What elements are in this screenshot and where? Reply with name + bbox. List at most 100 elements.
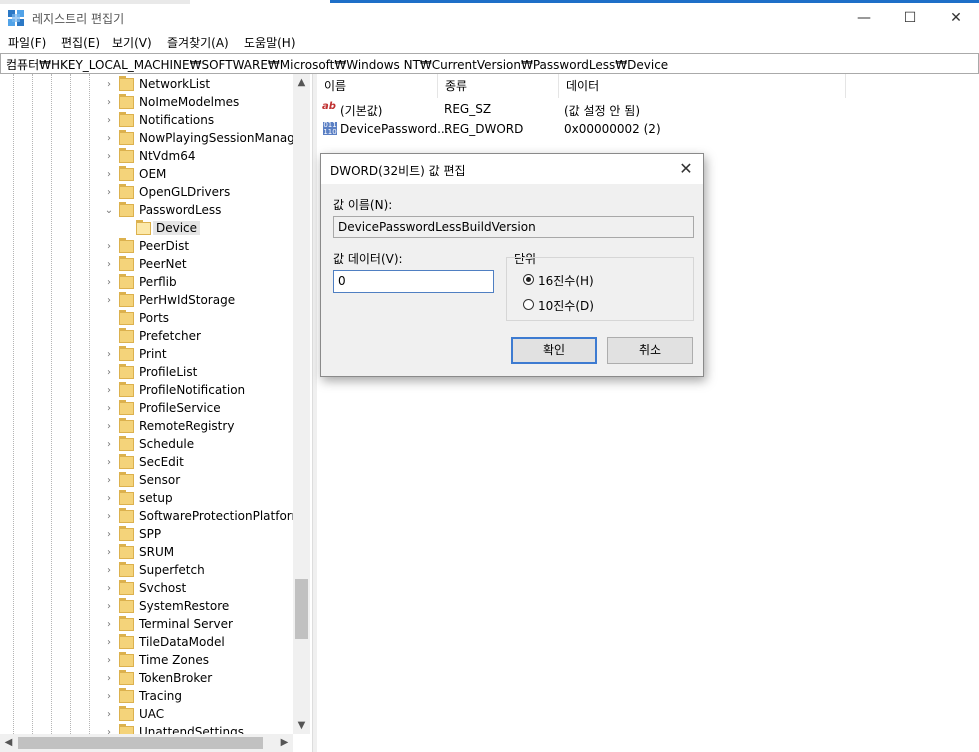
tree-item[interactable]: › setup	[0, 490, 295, 508]
chevron-right-icon[interactable]: ›	[104, 275, 114, 291]
chevron-right-icon[interactable]: ›	[104, 599, 114, 615]
tree-item[interactable]: › SystemRestore	[0, 598, 295, 616]
tree-item[interactable]: › Superfetch	[0, 562, 295, 580]
value-data-input[interactable]: 0	[333, 270, 494, 293]
tree-item[interactable]: › SoftwareProtectionPlatform	[0, 508, 303, 526]
tree-item[interactable]: › TileDataModel	[0, 634, 295, 652]
chevron-down-icon[interactable]: ⌄	[104, 203, 114, 219]
tree-item[interactable]: › NtVdm64	[0, 148, 295, 166]
tree-item[interactable]: › NetworkList	[0, 76, 295, 94]
tree-item[interactable]: › Print	[0, 346, 295, 364]
scroll-up-icon[interactable]: ▲	[293, 74, 310, 91]
column-header-data[interactable]: 데이터	[559, 74, 846, 98]
chevron-right-icon[interactable]: ›	[104, 545, 114, 561]
tree-item[interactable]: › SecEdit	[0, 454, 295, 472]
minimize-button[interactable]: —	[841, 4, 887, 32]
chevron-right-icon[interactable]: ›	[104, 77, 114, 93]
menu-view[interactable]: 보기(V)	[112, 34, 152, 51]
tree-item[interactable]: › PeerNet	[0, 256, 295, 274]
chevron-right-icon[interactable]: ›	[104, 347, 114, 363]
chevron-right-icon[interactable]: ›	[104, 113, 114, 129]
tree-horizontal-scrollbar[interactable]: ◀ ▶	[0, 734, 293, 752]
scroll-down-icon[interactable]: ▼	[293, 717, 310, 734]
tree-item[interactable]: › Time Zones	[0, 652, 295, 670]
tree-item[interactable]: › NoImeModelmes	[0, 94, 295, 112]
menu-file[interactable]: 파일(F)	[8, 34, 46, 51]
tree-item[interactable]: › SRUM	[0, 544, 295, 562]
chevron-right-icon[interactable]: ›	[104, 581, 114, 597]
chevron-right-icon[interactable]: ›	[104, 131, 114, 147]
tree-vertical-scrollbar[interactable]: ▲ ▼	[293, 74, 310, 734]
tree-item[interactable]: › ProfileService	[0, 400, 295, 418]
tree-item[interactable]: › ProfileList	[0, 364, 295, 382]
chevron-right-icon[interactable]: ›	[104, 455, 114, 471]
value-row[interactable]: ab (기본값) REG_SZ (값 설정 안 됨)	[317, 99, 979, 119]
chevron-right-icon[interactable]: ›	[104, 365, 114, 381]
tree-item[interactable]: › OEM	[0, 166, 295, 184]
scroll-left-icon[interactable]: ◀	[0, 734, 17, 751]
value-row[interactable]: 011 110 DevicePassword... REG_DWORD 0x000…	[317, 119, 979, 139]
tree-item[interactable]: › RemoteRegistry	[0, 418, 295, 436]
tree-hscroll-thumb[interactable]	[18, 737, 263, 749]
scroll-right-icon[interactable]: ▶	[276, 734, 293, 751]
tree-item[interactable]: Device	[0, 220, 295, 238]
chevron-right-icon[interactable]: ›	[104, 671, 114, 687]
ok-button[interactable]: 확인	[511, 337, 597, 364]
tree-item[interactable]: › UAC	[0, 706, 295, 724]
tree-item[interactable]: › NowPlayingSessionManager	[0, 130, 307, 148]
chevron-right-icon[interactable]: ›	[104, 419, 114, 435]
tree-item[interactable]: › TokenBroker	[0, 670, 295, 688]
chevron-right-icon[interactable]: ›	[104, 635, 114, 651]
hex-radio-label[interactable]: 16진수(H)	[538, 272, 594, 289]
chevron-right-icon[interactable]: ›	[104, 527, 114, 543]
chevron-right-icon[interactable]: ›	[104, 437, 114, 453]
tree-item[interactable]: › Svchost	[0, 580, 295, 598]
chevron-right-icon[interactable]: ›	[104, 239, 114, 255]
chevron-right-icon[interactable]: ›	[104, 95, 114, 111]
tree-scroll-thumb[interactable]	[295, 579, 308, 639]
column-header-name[interactable]: 이름	[317, 74, 438, 98]
tree-item[interactable]: › OpenGLDrivers	[0, 184, 295, 202]
chevron-right-icon[interactable]: ›	[104, 509, 114, 525]
column-header-type[interactable]: 종류	[438, 74, 559, 98]
address-bar[interactable]: 컴퓨터₩HKEY_LOCAL_MACHINE₩SOFTWARE₩Microsof…	[0, 53, 979, 74]
tree-item[interactable]: › Notifications	[0, 112, 295, 130]
value-name-field[interactable]: DevicePasswordLessBuildVersion	[333, 216, 694, 238]
chevron-right-icon[interactable]: ›	[104, 185, 114, 201]
maximize-button[interactable]: ☐	[887, 4, 933, 32]
chevron-right-icon[interactable]: ›	[104, 707, 114, 723]
chevron-right-icon[interactable]: ›	[104, 491, 114, 507]
chevron-right-icon[interactable]: ›	[104, 401, 114, 417]
tree-item[interactable]: › PeerDist	[0, 238, 295, 256]
chevron-right-icon[interactable]: ›	[104, 617, 114, 633]
chevron-right-icon[interactable]: ›	[104, 257, 114, 273]
tree-item[interactable]: ⌄ PasswordLess	[0, 202, 295, 220]
tree-item[interactable]: › PerHwIdStorage	[0, 292, 295, 310]
close-button[interactable]: ✕	[933, 4, 979, 32]
chevron-right-icon[interactable]: ›	[104, 563, 114, 579]
decimal-radio[interactable]	[523, 299, 534, 310]
hex-radio[interactable]	[523, 274, 534, 285]
tree-item[interactable]: › Terminal Server	[0, 616, 295, 634]
chevron-right-icon[interactable]: ›	[104, 383, 114, 399]
cancel-button[interactable]: 취소	[607, 337, 693, 364]
tree-item[interactable]: › ProfileNotification	[0, 382, 295, 400]
chevron-right-icon[interactable]: ›	[104, 473, 114, 489]
tree-item[interactable]: › Tracing	[0, 688, 295, 706]
decimal-radio-label[interactable]: 10진수(D)	[538, 297, 594, 314]
tree-item[interactable]: › Sensor	[0, 472, 295, 490]
chevron-right-icon[interactable]: ›	[104, 689, 114, 705]
chevron-right-icon[interactable]: ›	[104, 149, 114, 165]
tree-item[interactable]: › SPP	[0, 526, 295, 544]
chevron-right-icon[interactable]: ›	[104, 653, 114, 669]
chevron-right-icon[interactable]: ›	[104, 167, 114, 183]
menu-help[interactable]: 도움말(H)	[244, 34, 296, 51]
menu-favorites[interactable]: 즐겨찾기(A)	[167, 34, 229, 51]
menu-edit[interactable]: 편집(E)	[61, 34, 100, 51]
tree-item[interactable]: Prefetcher	[0, 328, 295, 346]
tree-item[interactable]: › Schedule	[0, 436, 295, 454]
tree-item[interactable]: › Perflib	[0, 274, 295, 292]
chevron-right-icon[interactable]: ›	[104, 293, 114, 309]
dialog-close-icon[interactable]: ✕	[671, 156, 701, 182]
tree-item[interactable]: Ports	[0, 310, 295, 328]
